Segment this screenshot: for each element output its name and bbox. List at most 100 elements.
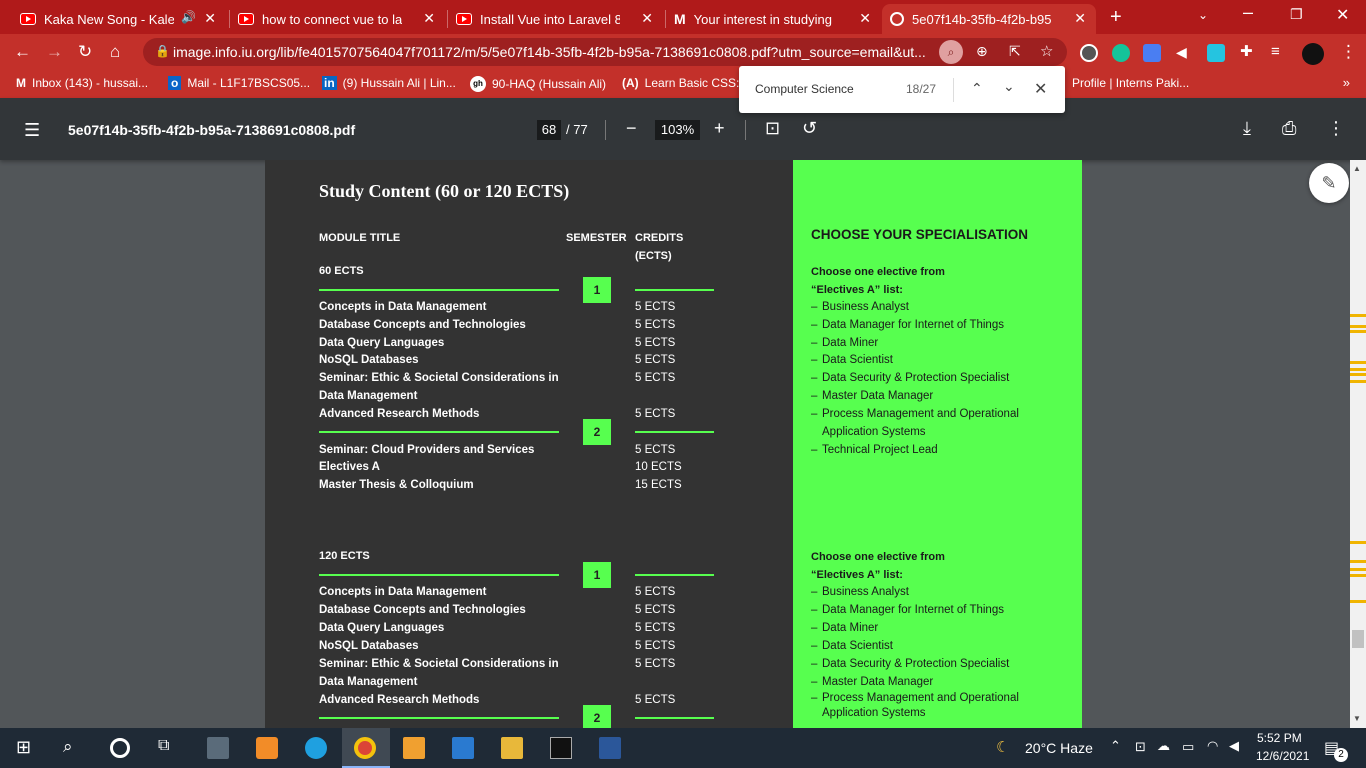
module-credits: 5 ECTS [635, 640, 676, 652]
onedrive-icon[interactable]: ☁ [1157, 738, 1170, 754]
download-icon[interactable]: ⤓ [1243, 118, 1251, 139]
find-next-icon[interactable]: ⌄ [1003, 78, 1015, 95]
forward-button[interactable]: → [46, 42, 63, 62]
profile-avatar[interactable] [1302, 43, 1324, 65]
search-icon[interactable]: ⌕ [63, 737, 73, 757]
terminal-icon[interactable] [550, 737, 572, 759]
reload-button[interactable]: ↻ [78, 42, 92, 62]
module-title: Concepts in Data Management [319, 301, 487, 313]
annotate-pen-icon[interactable]: ✎ [1309, 163, 1349, 203]
pdf-sidebar-menu-icon[interactable]: ☰ [24, 120, 40, 141]
tab-search-icon[interactable]: ⌄ [1198, 8, 1208, 22]
pdf-filename: 5e07f14b-35fb-4f2b-b95a-7138691c0808.pdf [68, 122, 356, 138]
fit-to-page-icon[interactable]: ⊡ [765, 118, 780, 139]
rotate-icon[interactable]: ↺ [802, 118, 817, 139]
clock-time[interactable]: 5:52 PM [1257, 731, 1302, 745]
lock-icon[interactable]: 🔒 [155, 44, 170, 58]
zoom-in-icon[interactable]: + [714, 118, 725, 139]
restore-button[interactable]: ❐ [1290, 6, 1303, 23]
more-bookmarks-icon[interactable]: » [1343, 75, 1350, 90]
find-in-page-icon[interactable]: ⌕ [939, 40, 963, 64]
module-title: Data Management [319, 676, 418, 688]
bookmark-inbox[interactable]: M Inbox (143) - hussai... [16, 76, 148, 90]
divider-line [635, 431, 714, 433]
weather-icon[interactable]: ☾ [996, 738, 1009, 756]
close-tab-icon[interactable]: ✕ [1074, 10, 1086, 27]
find-input[interactable]: Computer Science [755, 82, 854, 96]
file-explorer-icon[interactable] [501, 737, 523, 759]
browser-menu-icon[interactable]: ⋮ [1340, 42, 1357, 62]
tab-install-vue[interactable]: Install Vue into Laravel 8 - Yo ✕ [448, 4, 663, 34]
minimize-button[interactable]: – [1243, 2, 1253, 23]
chevron-up-icon[interactable]: ⌃ [1110, 738, 1121, 754]
find-close-icon[interactable]: ✕ [1034, 79, 1047, 99]
puzzle-extensions-icon[interactable]: ✚ [1240, 42, 1253, 62]
translate-icon[interactable] [1143, 44, 1161, 62]
close-tab-icon[interactable]: ✕ [423, 10, 435, 27]
address-bar[interactable]: 🔒 image.info.iu.org/lib/fe4015707564047f… [143, 38, 1067, 66]
share-icon[interactable]: ⇱ [1009, 43, 1021, 60]
close-tab-icon[interactable]: ✕ [641, 10, 653, 27]
elective-item: – Business Analyst [811, 586, 909, 598]
audio-playing-icon[interactable]: 🔊 [181, 10, 196, 24]
gmail-icon: M [16, 76, 26, 90]
volume-icon[interactable]: ◀ [1229, 738, 1239, 754]
store-icon[interactable] [403, 737, 425, 759]
pdf-scrollbar[interactable]: ▲ ▼ [1350, 160, 1366, 728]
edge-icon[interactable] [305, 737, 327, 759]
weather-text[interactable]: 20°C Haze [1025, 740, 1093, 756]
find-previous-icon[interactable]: ⌃ [971, 80, 983, 97]
wifi-icon[interactable]: ◠ [1207, 738, 1218, 754]
divider-line [319, 574, 559, 576]
page-number-input[interactable]: 68 [537, 120, 561, 140]
bookmark-profile-interns[interactable]: c Profile | Interns Paki... [1072, 76, 1189, 90]
pdf-more-icon[interactable]: ⋮ [1327, 118, 1345, 139]
scroll-up-icon[interactable]: ▲ [1353, 164, 1361, 173]
scroll-down-icon[interactable]: ▼ [1353, 714, 1361, 723]
new-tab-button[interactable]: + [1110, 6, 1122, 29]
back-button[interactable]: ← [14, 42, 31, 62]
tab-gmail-interest[interactable]: M Your interest in studying with ✕ [666, 4, 881, 34]
close-tab-icon[interactable]: ✕ [859, 10, 871, 27]
elective-item: – Data Scientist [811, 640, 893, 652]
scrollbar-thumb[interactable] [1352, 630, 1364, 648]
mail-icon[interactable] [452, 737, 474, 759]
extension-icon[interactable] [1080, 44, 1098, 62]
task-view-icon[interactable]: ⧉ [158, 737, 169, 755]
youtube-icon [238, 13, 254, 25]
module-credits: 5 ECTS [635, 372, 676, 384]
media-control-icon[interactable]: ≡ [1271, 42, 1280, 62]
xampp-icon[interactable] [256, 737, 278, 759]
zoom-level-input[interactable]: 103% [655, 120, 700, 140]
bookmark-linkedin[interactable]: in (9) Hussain Ali | Lin... [322, 76, 456, 90]
elective-item: – Data Miner [811, 337, 879, 349]
meet-now-icon[interactable]: ⊡ [1135, 739, 1146, 755]
home-button[interactable]: ⌂ [110, 42, 120, 62]
cortana-icon[interactable] [110, 738, 130, 758]
bookmark-mail[interactable]: o Mail - L1F17BSCS05... [168, 76, 310, 90]
tab-vue-laravel[interactable]: how to connect vue to larave ✕ [230, 4, 445, 34]
close-tab-icon[interactable]: ✕ [204, 10, 216, 27]
module-credits: 5 ECTS [635, 319, 676, 331]
zoom-icon[interactable]: ⊕ [976, 43, 988, 60]
extension-icon[interactable] [1207, 44, 1225, 62]
chrome-icon[interactable] [354, 737, 376, 759]
module-title: Seminar: Cloud Providers and Services [319, 444, 535, 456]
bookmark-star-icon[interactable]: ☆ [1040, 42, 1053, 60]
windows-start-icon[interactable]: ⊞ [16, 737, 31, 758]
bookmark-github[interactable]: gh 90-HAQ (Hussain Ali) [470, 76, 606, 92]
tab-kaka-song[interactable]: Kaka New Song - Kale Je 🔊 ✕ [12, 4, 226, 34]
print-icon[interactable]: ⎙ [1282, 118, 1296, 139]
calculator-icon[interactable] [207, 737, 229, 759]
bookmark-learn-css[interactable]: (A) Learn Basic CSS: A [622, 76, 750, 90]
close-window-button[interactable]: ✕ [1336, 5, 1349, 25]
find-match-marker [1350, 600, 1366, 603]
grammarly-icon[interactable] [1112, 44, 1130, 62]
battery-icon[interactable]: ▭ [1182, 739, 1194, 755]
clock-date[interactable]: 12/6/2021 [1256, 749, 1309, 763]
zoom-out-icon[interactable]: − [626, 118, 637, 139]
find-match-marker [1350, 325, 1366, 328]
word-icon[interactable] [599, 737, 621, 759]
tab-pdf-active[interactable]: 5e07f14b-35fb-4f2b-b95a-7 ✕ [882, 4, 1096, 34]
speaker-icon[interactable]: ◀ [1176, 42, 1187, 62]
